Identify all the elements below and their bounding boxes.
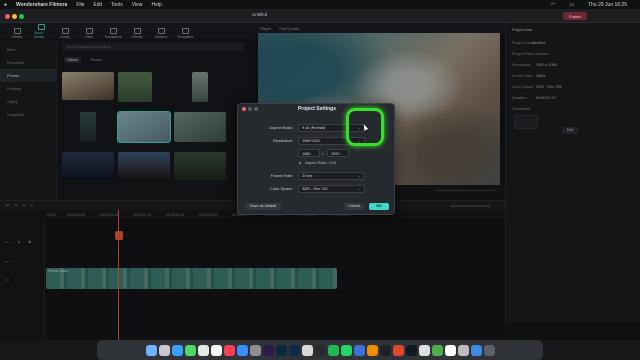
vlc-icon[interactable] xyxy=(366,344,378,356)
chevron-down-icon: ⌄ xyxy=(357,173,361,178)
color-space-label: Color Space: xyxy=(269,186,293,191)
zoom-window-icon[interactable] xyxy=(19,13,24,19)
app-icon[interactable] xyxy=(314,344,326,356)
whatsapp-icon[interactable] xyxy=(340,344,352,356)
app-icon[interactable] xyxy=(353,344,365,356)
battery-icon[interactable]: ▭ xyxy=(569,2,574,8)
launchpad-icon[interactable] xyxy=(158,344,170,356)
settings-icon[interactable] xyxy=(249,344,261,356)
apple-icon[interactable]: ● xyxy=(4,2,7,8)
appstore-icon[interactable] xyxy=(236,344,248,356)
resolution-label: Resolution: xyxy=(272,138,293,143)
color-space-value: SDR - Rec.709 xyxy=(302,187,328,191)
menu-view[interactable]: View xyxy=(132,2,143,8)
menu-help[interactable]: Help xyxy=(151,2,161,8)
trash-icon[interactable] xyxy=(483,344,495,356)
menu-app-name[interactable]: Wondershare Filmora xyxy=(16,2,67,8)
calendar-icon[interactable] xyxy=(197,344,209,356)
utorrent-icon[interactable] xyxy=(431,344,443,356)
wifi-icon[interactable]: ◠ xyxy=(551,2,555,8)
spotify-icon[interactable] xyxy=(327,344,339,356)
width-input[interactable]: 1080 xyxy=(298,149,320,157)
safari-icon[interactable] xyxy=(171,344,183,356)
mac-menubar: ● Wondershare Filmora File Edit Tools Vi… xyxy=(0,0,640,9)
photoshop-icon[interactable] xyxy=(288,344,300,356)
app-icon[interactable] xyxy=(457,344,469,356)
clock[interactable]: Thu 29 Jun 16:25 xyxy=(588,2,627,8)
aspect-ratio-note: Aspect Ratio: 9:16 xyxy=(305,161,337,165)
menu-tools[interactable]: Tools xyxy=(111,2,123,8)
minimize-window-icon[interactable] xyxy=(12,13,17,19)
preview-icon[interactable] xyxy=(444,344,456,356)
folder-icon[interactable] xyxy=(470,344,482,356)
close-window-icon[interactable] xyxy=(5,13,10,19)
mac-dock xyxy=(97,340,543,360)
screen: ● Wondershare Filmora File Edit Tools Vi… xyxy=(0,0,640,360)
menu-file[interactable]: File xyxy=(76,2,84,8)
color-space-select[interactable]: SDR - Rec.709 ⌄ xyxy=(298,184,365,193)
project-title: Untitled xyxy=(252,12,268,17)
chevron-down-icon: ⌄ xyxy=(357,186,361,191)
resolution-value: 1080*1920 xyxy=(302,139,321,143)
times-symbol: x xyxy=(322,150,324,156)
messages-icon[interactable] xyxy=(184,344,196,356)
music-icon[interactable] xyxy=(223,344,235,356)
photos-icon[interactable] xyxy=(210,344,222,356)
save-as-default-button[interactable]: Save as default xyxy=(245,203,281,210)
menu-edit[interactable]: Edit xyxy=(93,2,102,8)
app-icon[interactable] xyxy=(418,344,430,356)
lock-icon[interactable]: 🔒︎ xyxy=(299,161,301,165)
premiere-icon[interactable] xyxy=(262,344,274,356)
frame-rate-select[interactable]: 24 fps ⌄ xyxy=(298,171,365,180)
lightroom-icon[interactable] xyxy=(275,344,287,356)
window-titlebar: Untitled Export xyxy=(0,9,640,23)
cancel-button[interactable]: Cancel xyxy=(344,203,364,210)
app-icon[interactable] xyxy=(379,344,391,356)
aspect-ratio-value: 9:16 (Portrait) xyxy=(302,126,326,130)
frame-rate-value: 24 fps xyxy=(302,174,313,178)
aspect-ratio-label: Aspect Ratio: xyxy=(269,125,293,130)
finder-icon[interactable] xyxy=(145,344,157,356)
height-input[interactable]: 1920 xyxy=(327,149,349,157)
app-icon[interactable] xyxy=(301,344,313,356)
frame-rate-label: Frame Rate: xyxy=(270,173,293,178)
export-button[interactable]: Export xyxy=(563,12,587,20)
app-icon[interactable] xyxy=(392,344,404,356)
filmora-icon[interactable] xyxy=(405,344,417,356)
ok-button[interactable]: OK xyxy=(369,203,389,210)
